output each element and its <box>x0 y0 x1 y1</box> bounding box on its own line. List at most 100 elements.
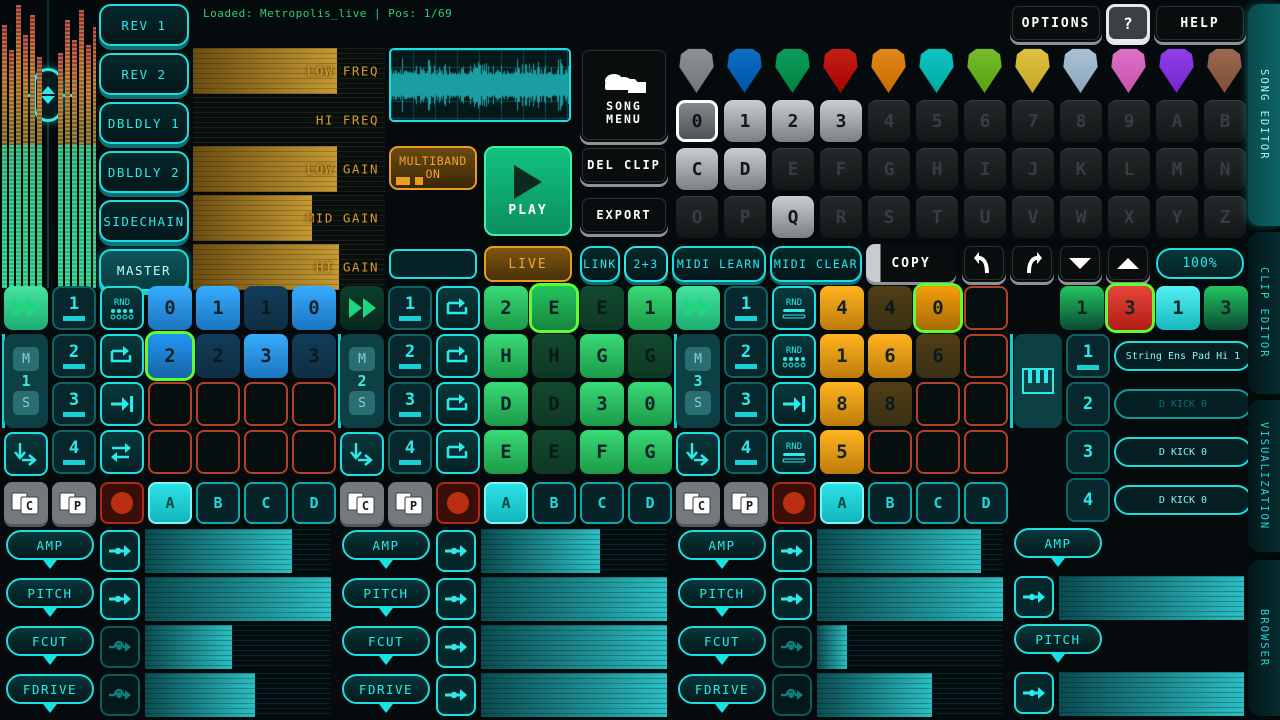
clip-cell-C[interactable]: C <box>676 148 718 190</box>
track-pad[interactable]: G <box>628 334 672 378</box>
clip-cell-L[interactable]: L <box>1108 148 1150 190</box>
clip-cell-G[interactable]: G <box>868 148 910 190</box>
browser-pad-1[interactable]: 3 <box>1108 286 1152 330</box>
clip-cell-M[interactable]: M <box>1156 148 1198 190</box>
pick-swatch-8[interactable] <box>1060 48 1101 93</box>
track-mode-button-4[interactable] <box>100 430 144 474</box>
track-bank-C[interactable]: C <box>916 482 960 524</box>
param-mode-button[interactable] <box>100 578 140 620</box>
fx-button-master[interactable]: MASTER <box>99 249 189 291</box>
two-plus-three-button[interactable]: 2+3 <box>624 246 668 282</box>
track-pad[interactable]: 1 <box>196 286 240 330</box>
browser-param-mode-button[interactable] <box>1014 576 1054 618</box>
options-button[interactable]: OPTIONS <box>1010 4 1102 42</box>
track-step-direction-button[interactable] <box>676 432 720 476</box>
track-bank-D[interactable]: D <box>292 482 336 524</box>
param-slider[interactable] <box>817 673 1003 717</box>
track-pad[interactable] <box>916 382 960 426</box>
clip-cell-U[interactable]: U <box>964 196 1006 238</box>
track-pad[interactable]: 2 <box>196 334 240 378</box>
track-pad[interactable] <box>148 382 192 426</box>
zoom-level-display[interactable]: 100% <box>1156 248 1244 279</box>
record-button[interactable] <box>100 482 144 524</box>
track-bank-C[interactable]: C <box>244 482 288 524</box>
track-pad[interactable]: G <box>628 430 672 474</box>
pick-swatch-3[interactable] <box>820 48 861 93</box>
track-step-direction-button[interactable] <box>340 432 384 476</box>
param-label-button[interactable]: FDRIVE <box>6 674 94 713</box>
track-mode-button-1[interactable] <box>436 286 480 330</box>
clip-cell-T[interactable]: T <box>916 196 958 238</box>
track-step-1[interactable]: 1 <box>52 286 96 330</box>
clip-cell-W[interactable]: W <box>1060 196 1102 238</box>
piano-keys-button[interactable] <box>1014 334 1062 428</box>
track-pad[interactable]: 0 <box>148 286 192 330</box>
browser-slot-name[interactable]: D KICK 0 <box>1114 389 1252 419</box>
param-slider[interactable] <box>481 625 667 669</box>
track-mode-button-1[interactable]: RND <box>772 286 816 330</box>
track-step-4[interactable]: 4 <box>388 430 432 474</box>
track-pad[interactable]: 3 <box>580 382 624 426</box>
clip-cell-7[interactable]: 7 <box>1012 100 1054 142</box>
param-mode-button[interactable] <box>436 626 476 668</box>
export-button[interactable]: EXPORT <box>580 196 668 234</box>
param-slider[interactable] <box>817 529 1003 573</box>
param-slider[interactable] <box>145 625 331 669</box>
browser-param-slider[interactable] <box>1059 576 1244 620</box>
clip-cell-B[interactable]: B <box>1204 100 1246 142</box>
browser-slot-name[interactable]: D KICK 0 <box>1114 437 1252 467</box>
param-slider[interactable] <box>145 673 331 717</box>
track-pad[interactable]: H <box>532 334 576 378</box>
track-bank-B[interactable]: B <box>532 482 576 524</box>
track-mode-button-3[interactable] <box>100 382 144 426</box>
track-step-3[interactable]: 3 <box>52 382 96 426</box>
midi-learn-button[interactable]: MIDI LEARN <box>672 246 766 282</box>
clip-cell-V[interactable]: V <box>1012 196 1054 238</box>
param-slider[interactable] <box>481 577 667 621</box>
track-mode-button-2[interactable] <box>100 334 144 378</box>
copy-clip-button[interactable]: C <box>4 482 48 524</box>
clip-cell-9[interactable]: 9 <box>1108 100 1150 142</box>
mute-button[interactable]: M <box>13 347 39 371</box>
track-step-3[interactable]: 3 <box>724 382 768 426</box>
param-slider[interactable] <box>481 673 667 717</box>
clip-cell-J[interactable]: J <box>1012 148 1054 190</box>
track-mode-button-2[interactable] <box>436 334 480 378</box>
pick-swatch-4[interactable] <box>868 48 909 93</box>
fx-button-rev-1[interactable]: REV 1 <box>99 4 189 46</box>
track-step-2[interactable]: 2 <box>724 334 768 378</box>
browser-slot-number[interactable]: 2 <box>1066 382 1110 426</box>
browser-slot-number[interactable]: 3 <box>1066 430 1110 474</box>
track-mode-button-2[interactable]: RND <box>772 334 816 378</box>
browser-param-label[interactable]: PITCH <box>1014 624 1102 663</box>
track-pad[interactable]: 6 <box>868 334 912 378</box>
clip-cell-1[interactable]: 1 <box>724 100 766 142</box>
track-ffwd-button[interactable] <box>340 286 384 330</box>
fx-button-dbldly-1[interactable]: DBLDLY 1 <box>99 102 189 144</box>
clip-cell-Y[interactable]: Y <box>1156 196 1198 238</box>
track-bank-A[interactable]: A <box>484 482 528 524</box>
track-bank-D[interactable]: D <box>964 482 1008 524</box>
blank-value-field[interactable] <box>389 249 477 279</box>
eq-slider-low-freq[interactable]: LOW FREQ <box>193 48 385 94</box>
live-button[interactable]: LIVE <box>484 246 572 282</box>
param-slider[interactable] <box>481 529 667 573</box>
browser-pad-3[interactable]: 3 <box>1204 286 1248 330</box>
eq-slider-hi-gain[interactable]: HI GAIN <box>193 244 385 290</box>
paste-clip-button[interactable]: P <box>52 482 96 524</box>
track-pad[interactable]: 1 <box>820 334 864 378</box>
clip-cell-S[interactable]: S <box>868 196 910 238</box>
clip-cell-K[interactable]: K <box>1060 148 1102 190</box>
copy-clip-button[interactable]: C <box>340 482 384 524</box>
param-label-button[interactable]: AMP <box>342 530 430 569</box>
clip-cell-F[interactable]: F <box>820 148 862 190</box>
track-pad[interactable]: 0 <box>292 286 336 330</box>
track-pad[interactable]: E <box>580 286 624 330</box>
clip-cell-A[interactable]: A <box>1156 100 1198 142</box>
track-pad[interactable]: 2 <box>148 334 192 378</box>
track-bank-A[interactable]: A <box>820 482 864 524</box>
clip-cell-R[interactable]: R <box>820 196 862 238</box>
track-mode-button-1[interactable]: RND <box>100 286 144 330</box>
track-pad[interactable] <box>964 334 1008 378</box>
clip-cell-H[interactable]: H <box>916 148 958 190</box>
